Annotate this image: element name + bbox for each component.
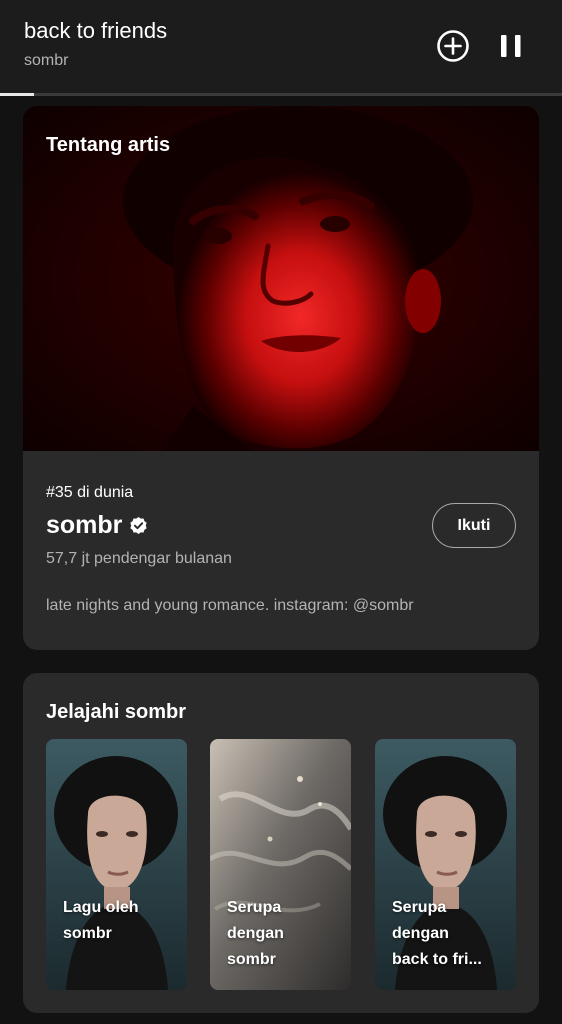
playback-progress-bar[interactable]	[0, 93, 562, 96]
world-rank: #35 di dunia	[46, 484, 134, 501]
explore-artist-card: Jelajahi sombr Lagu oleh sombr Serupa de…	[23, 673, 539, 1013]
now-playing-bar[interactable]: back to friends sombr	[0, 0, 562, 93]
explore-heading: Jelajahi sombr	[46, 701, 187, 723]
artist-name-row: sombr	[46, 511, 148, 540]
follow-button[interactable]: Ikuti	[432, 503, 516, 548]
tile-label-line-1: Serupa	[227, 899, 282, 916]
tile-label-line-2: dengan	[392, 925, 449, 942]
artist-portrait-image	[46, 739, 187, 990]
tile-label-line-3: sombr	[227, 951, 276, 968]
pause-icon[interactable]	[496, 29, 526, 63]
tile-label-line-1: Serupa	[392, 899, 447, 916]
artist-bio: late nights and young romance. instagram…	[46, 597, 414, 614]
explore-tile-label: Serupa dengan back to fri...	[392, 895, 506, 973]
monthly-listeners: 57,7 jt pendengar bulanan	[46, 550, 232, 567]
about-heading: Tentang artis	[46, 134, 171, 156]
explore-tile-label: Serupa dengan sombr	[227, 895, 341, 973]
explore-tile-similar-to-song[interactable]: Serupa dengan back to fri...	[375, 739, 516, 990]
artist-photo	[23, 106, 539, 451]
explore-tile-songs-by-artist[interactable]: Lagu oleh sombr	[46, 739, 187, 990]
playback-progress-fill	[0, 93, 34, 96]
verified-badge-icon	[130, 516, 148, 535]
tile-label-line-2: sombr	[63, 925, 112, 942]
track-artist[interactable]: sombr	[24, 52, 68, 70]
tile-label-line-2: dengan	[227, 925, 284, 942]
artist-name: sombr	[46, 511, 123, 539]
about-artist-card[interactable]: Tentang artis #35 di dunia sombr 57,7 jt…	[23, 106, 539, 650]
explore-tile-similar-to-artist[interactable]: Serupa dengan sombr	[210, 739, 351, 990]
explore-tile-label: Lagu oleh sombr	[63, 895, 177, 947]
tile-label-line-1: Lagu oleh	[63, 899, 139, 916]
tile-label-line-3: back to fri...	[392, 951, 482, 968]
track-title: back to friends	[24, 18, 168, 43]
add-to-library-icon[interactable]	[436, 29, 470, 63]
